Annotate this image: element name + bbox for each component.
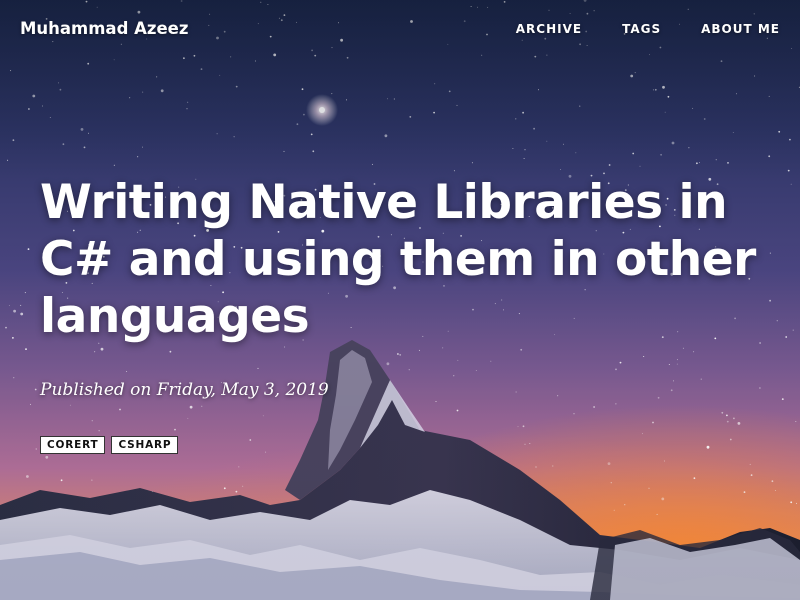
site-brand-link[interactable]: Muhammad Azeez — [20, 19, 188, 38]
post-title: Writing Native Libraries in C# and using… — [40, 175, 756, 344]
nav-about-me-link[interactable]: ABOUT ME — [701, 22, 780, 36]
top-navbar: Muhammad Azeez ARCHIVE TAGS ABOUT ME — [0, 0, 800, 60]
post-published-date: Published on Friday, May 3, 2019 — [40, 380, 329, 400]
tag-csharp[interactable]: CSHARP — [111, 436, 179, 454]
tag-corert[interactable]: CORERT — [40, 436, 106, 454]
post-heading: Writing Native Libraries in C# and using… — [40, 174, 760, 345]
nav-archive-link[interactable]: ARCHIVE — [516, 22, 582, 36]
main-menu: ARCHIVE TAGS ABOUT ME — [516, 22, 780, 36]
post-tags: CORERT CSHARP — [40, 436, 179, 454]
nav-tags-link[interactable]: TAGS — [622, 22, 661, 36]
